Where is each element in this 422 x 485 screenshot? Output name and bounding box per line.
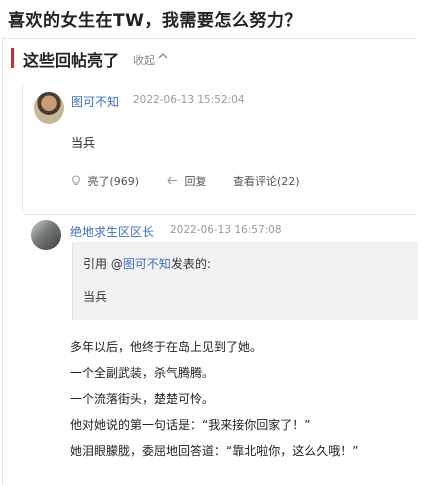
avatar[interactable] [34,92,64,124]
content-line: 一个全副武装，杀气腾腾。 [70,366,215,380]
like-count-label: 亮了(969) [87,175,140,188]
post-content: 当兵 [71,136,96,150]
section-header: 这些回帖亮了 收起 [3,46,417,76]
view-comments-link[interactable]: 查看评论(22) [233,173,300,189]
reply-post-2: 绝地求生区区长 2022-06-13 16:57:08 引用 @图可不知发表的:… [22,215,418,485]
content-line: 她泪眼朦胧，委屈地回答道：“靠北啦你，这么久哦！” [70,444,359,458]
collapse-button[interactable]: 收起 [133,52,155,68]
quoted-text: 当兵 [83,290,108,304]
reply-button[interactable]: 回复 [167,173,207,189]
reply-post-1: 图可不知 2022-06-13 15:52:04 当兵 亮了(969) 回复 查… [22,84,418,212]
page-title: 喜欢的女生在TW，我需要怎么努力？ [8,11,302,31]
card-top-border [3,38,417,39]
content-line: 他对她说的第一句话是：“我来接你回家了！” [70,418,311,432]
section-title: 这些回帖亮了 [23,51,120,70]
quote-prefix: 引用 @ [83,257,123,271]
chevron-up-icon[interactable] [158,51,168,64]
quote-header: 引用 @图可不知发表的: [83,255,211,272]
post-timestamp: 2022-06-13 16:57:08 [170,224,282,236]
hot-replies-card: 这些回帖亮了 收起 图可不知 2022-06-13 15:52:04 当兵 亮了… [2,38,418,485]
quoted-user-link[interactable]: 图可不知 [123,257,171,271]
section-accent-bar [11,48,14,68]
avatar[interactable] [31,220,61,250]
lightbulb-icon [71,175,85,188]
author-name[interactable]: 绝地求生区区长 [70,223,154,240]
author-name[interactable]: 图可不知 [71,93,119,110]
reply-arrow-icon [167,175,182,188]
content-line: 多年以后，他终于在岛上见到了她。 [70,340,263,354]
post-timestamp: 2022-06-13 15:52:04 [133,94,245,106]
content-line: 一个流落街头，楚楚可怜。 [70,392,215,406]
quote-block: 引用 @图可不知发表的: 当兵 [72,242,418,320]
quote-suffix: 发表的: [170,257,211,271]
reply-label: 回复 [184,175,207,188]
like-button[interactable]: 亮了(969) [71,173,139,189]
